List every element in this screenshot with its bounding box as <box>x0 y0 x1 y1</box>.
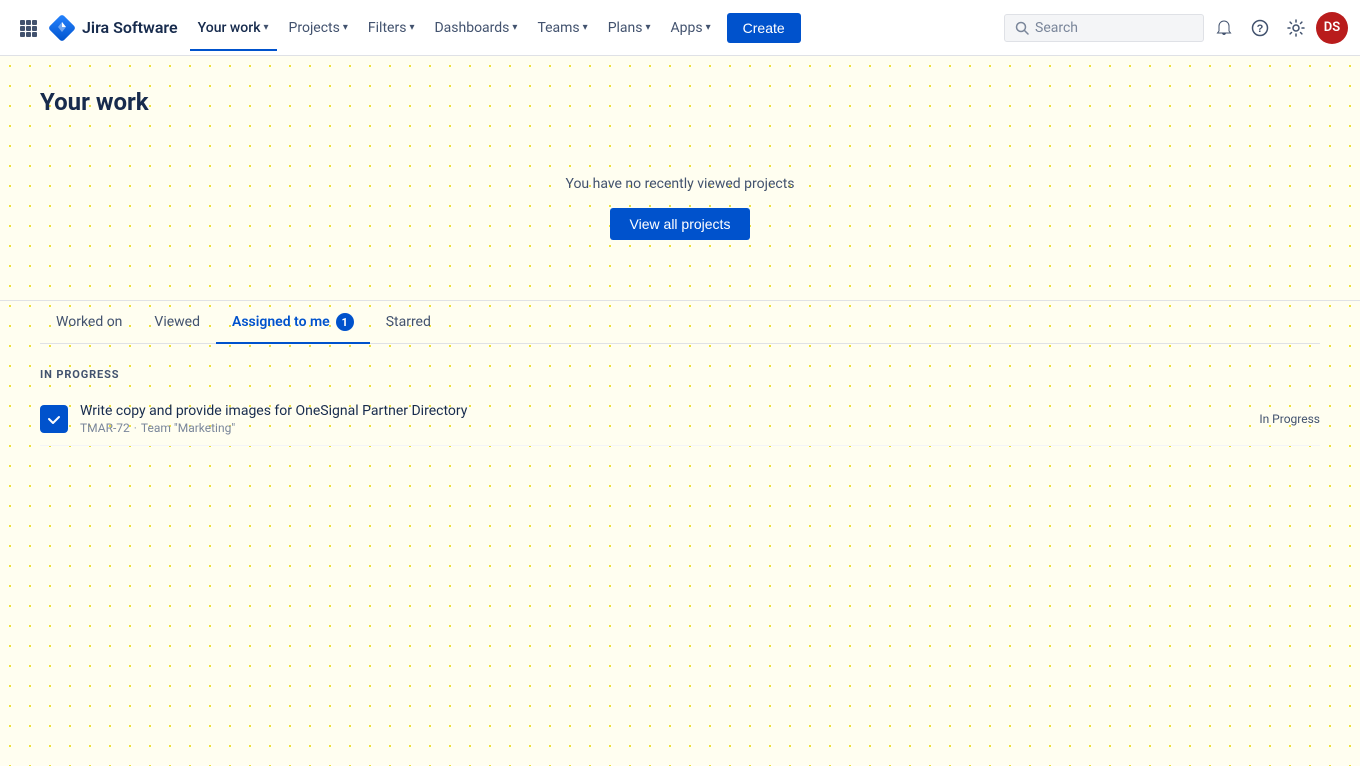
chevron-down-icon: ▾ <box>409 22 414 33</box>
navbar-right: Search ? DS <box>1004 12 1348 44</box>
task-item: Write copy and provide images for OneSig… <box>40 393 1320 446</box>
create-button[interactable]: Create <box>727 13 801 43</box>
app-name: Jira Software <box>82 18 178 37</box>
in-progress-section: IN PROGRESS Write copy and provide image… <box>0 344 1360 470</box>
task-meta-separator: · <box>134 421 137 435</box>
chevron-down-icon: ▾ <box>646 22 651 33</box>
task-checkbox[interactable] <box>40 405 68 433</box>
assigned-to-me-badge: 1 <box>336 313 354 331</box>
nav-plans[interactable]: Plans ▾ <box>600 14 659 42</box>
task-info: Write copy and provide images for OneSig… <box>80 403 1247 435</box>
nav-dashboards[interactable]: Dashboards ▾ <box>426 14 525 42</box>
app-logo[interactable]: Jira Software <box>48 14 178 42</box>
settings-button[interactable] <box>1280 12 1312 44</box>
task-id: TMAR-72 <box>80 421 130 435</box>
gear-icon <box>1287 19 1305 37</box>
help-icon: ? <box>1251 19 1269 37</box>
nav-teams[interactable]: Teams ▾ <box>529 14 595 42</box>
search-box[interactable]: Search <box>1004 14 1204 42</box>
task-meta: TMAR-72 · Team "Marketing" <box>80 421 1247 435</box>
tabs-section: Worked on Viewed Assigned to me 1 Starre… <box>0 300 1360 344</box>
nav-filters[interactable]: Filters ▾ <box>360 14 423 42</box>
navbar: Jira Software Your work ▾ Projects ▾ Fil… <box>0 0 1360 56</box>
tab-worked-on[interactable]: Worked on <box>40 301 138 343</box>
chevron-down-icon: ▾ <box>706 22 711 33</box>
help-button[interactable]: ? <box>1244 12 1276 44</box>
nav-projects[interactable]: Projects ▾ <box>281 14 356 42</box>
search-icon <box>1015 21 1029 35</box>
bell-icon <box>1215 19 1233 37</box>
in-progress-label: IN PROGRESS <box>40 368 1320 381</box>
page-wrapper: Your work You have no recently viewed pr… <box>0 56 1360 300</box>
no-projects-message: You have no recently viewed projects <box>565 176 794 192</box>
tab-assigned-to-me[interactable]: Assigned to me 1 <box>216 301 370 343</box>
tab-viewed[interactable]: Viewed <box>138 301 216 343</box>
task-status: In Progress <box>1259 412 1320 426</box>
view-all-projects-button[interactable]: View all projects <box>610 208 751 240</box>
task-team: Team "Marketing" <box>141 421 235 435</box>
page-title: Your work <box>40 88 1320 116</box>
search-placeholder: Search <box>1035 20 1078 36</box>
checkmark-icon <box>46 411 62 427</box>
chevron-down-icon: ▾ <box>512 22 517 33</box>
projects-section: You have no recently viewed projects Vie… <box>40 116 1320 300</box>
tab-starred[interactable]: Starred <box>370 301 447 343</box>
avatar[interactable]: DS <box>1316 12 1348 44</box>
chevron-down-icon: ▾ <box>264 22 269 33</box>
task-title[interactable]: Write copy and provide images for OneSig… <box>80 403 1247 419</box>
nav-apps[interactable]: Apps ▾ <box>663 14 719 42</box>
svg-text:?: ? <box>1257 23 1264 35</box>
nav-your-work[interactable]: Your work ▾ <box>190 14 277 42</box>
chevron-down-icon: ▾ <box>343 22 348 33</box>
grid-icon[interactable] <box>12 12 44 44</box>
chevron-down-icon: ▾ <box>583 22 588 33</box>
notifications-button[interactable] <box>1208 12 1240 44</box>
tabs-row: Worked on Viewed Assigned to me 1 Starre… <box>40 301 1320 344</box>
